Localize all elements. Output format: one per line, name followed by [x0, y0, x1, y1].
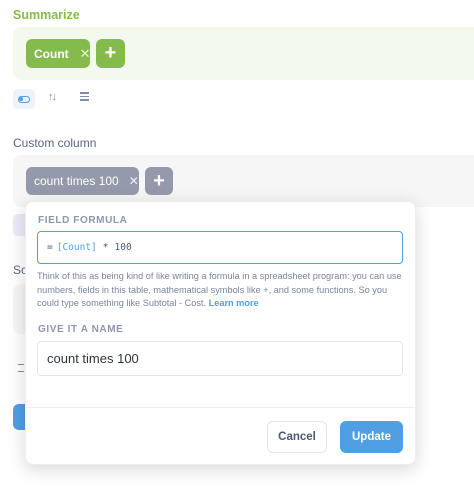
count-metric-pill[interactable]: Count ✕: [26, 39, 91, 68]
add-metric-button[interactable]: +: [96, 39, 125, 68]
update-button[interactable]: Update: [340, 421, 403, 453]
popover-divider: [26, 407, 415, 408]
learn-more-link[interactable]: Learn more: [209, 298, 259, 308]
field-formula-label: FIELD FORMULA: [38, 215, 128, 226]
display-toggle-button[interactable]: [13, 89, 35, 109]
formula-operator: *: [102, 242, 109, 253]
formula-field-token: [Count]: [56, 242, 97, 253]
column-name-input[interactable]: count times 100: [37, 341, 403, 376]
list-icon[interactable]: [80, 92, 89, 103]
custom-column-label: count times 100: [34, 174, 119, 188]
formula-equals: =: [47, 242, 53, 253]
toggle-icon: [18, 95, 30, 103]
summarize-heading: Summarize: [13, 8, 80, 22]
cancel-button[interactable]: Cancel: [267, 421, 327, 453]
remove-metric-icon[interactable]: ✕: [80, 46, 91, 62]
formula-input[interactable]: = [Count] * 100: [37, 231, 403, 264]
custom-column-pill[interactable]: count times 100 ✕: [26, 167, 139, 195]
add-custom-column-button[interactable]: +: [145, 167, 173, 195]
column-name-value: count times 100: [47, 351, 139, 366]
row-limit-icon: [18, 364, 24, 372]
formula-number: 100: [114, 242, 132, 253]
sort-icon[interactable]: ↑↓: [48, 91, 57, 103]
formula-help-text: Think of this as being kind of like writ…: [37, 270, 403, 311]
remove-column-icon[interactable]: ✕: [129, 174, 139, 188]
count-metric-label: Count: [34, 46, 69, 61]
custom-column-heading: Custom column: [13, 136, 97, 150]
column-name-label: GIVE IT A NAME: [38, 324, 124, 335]
